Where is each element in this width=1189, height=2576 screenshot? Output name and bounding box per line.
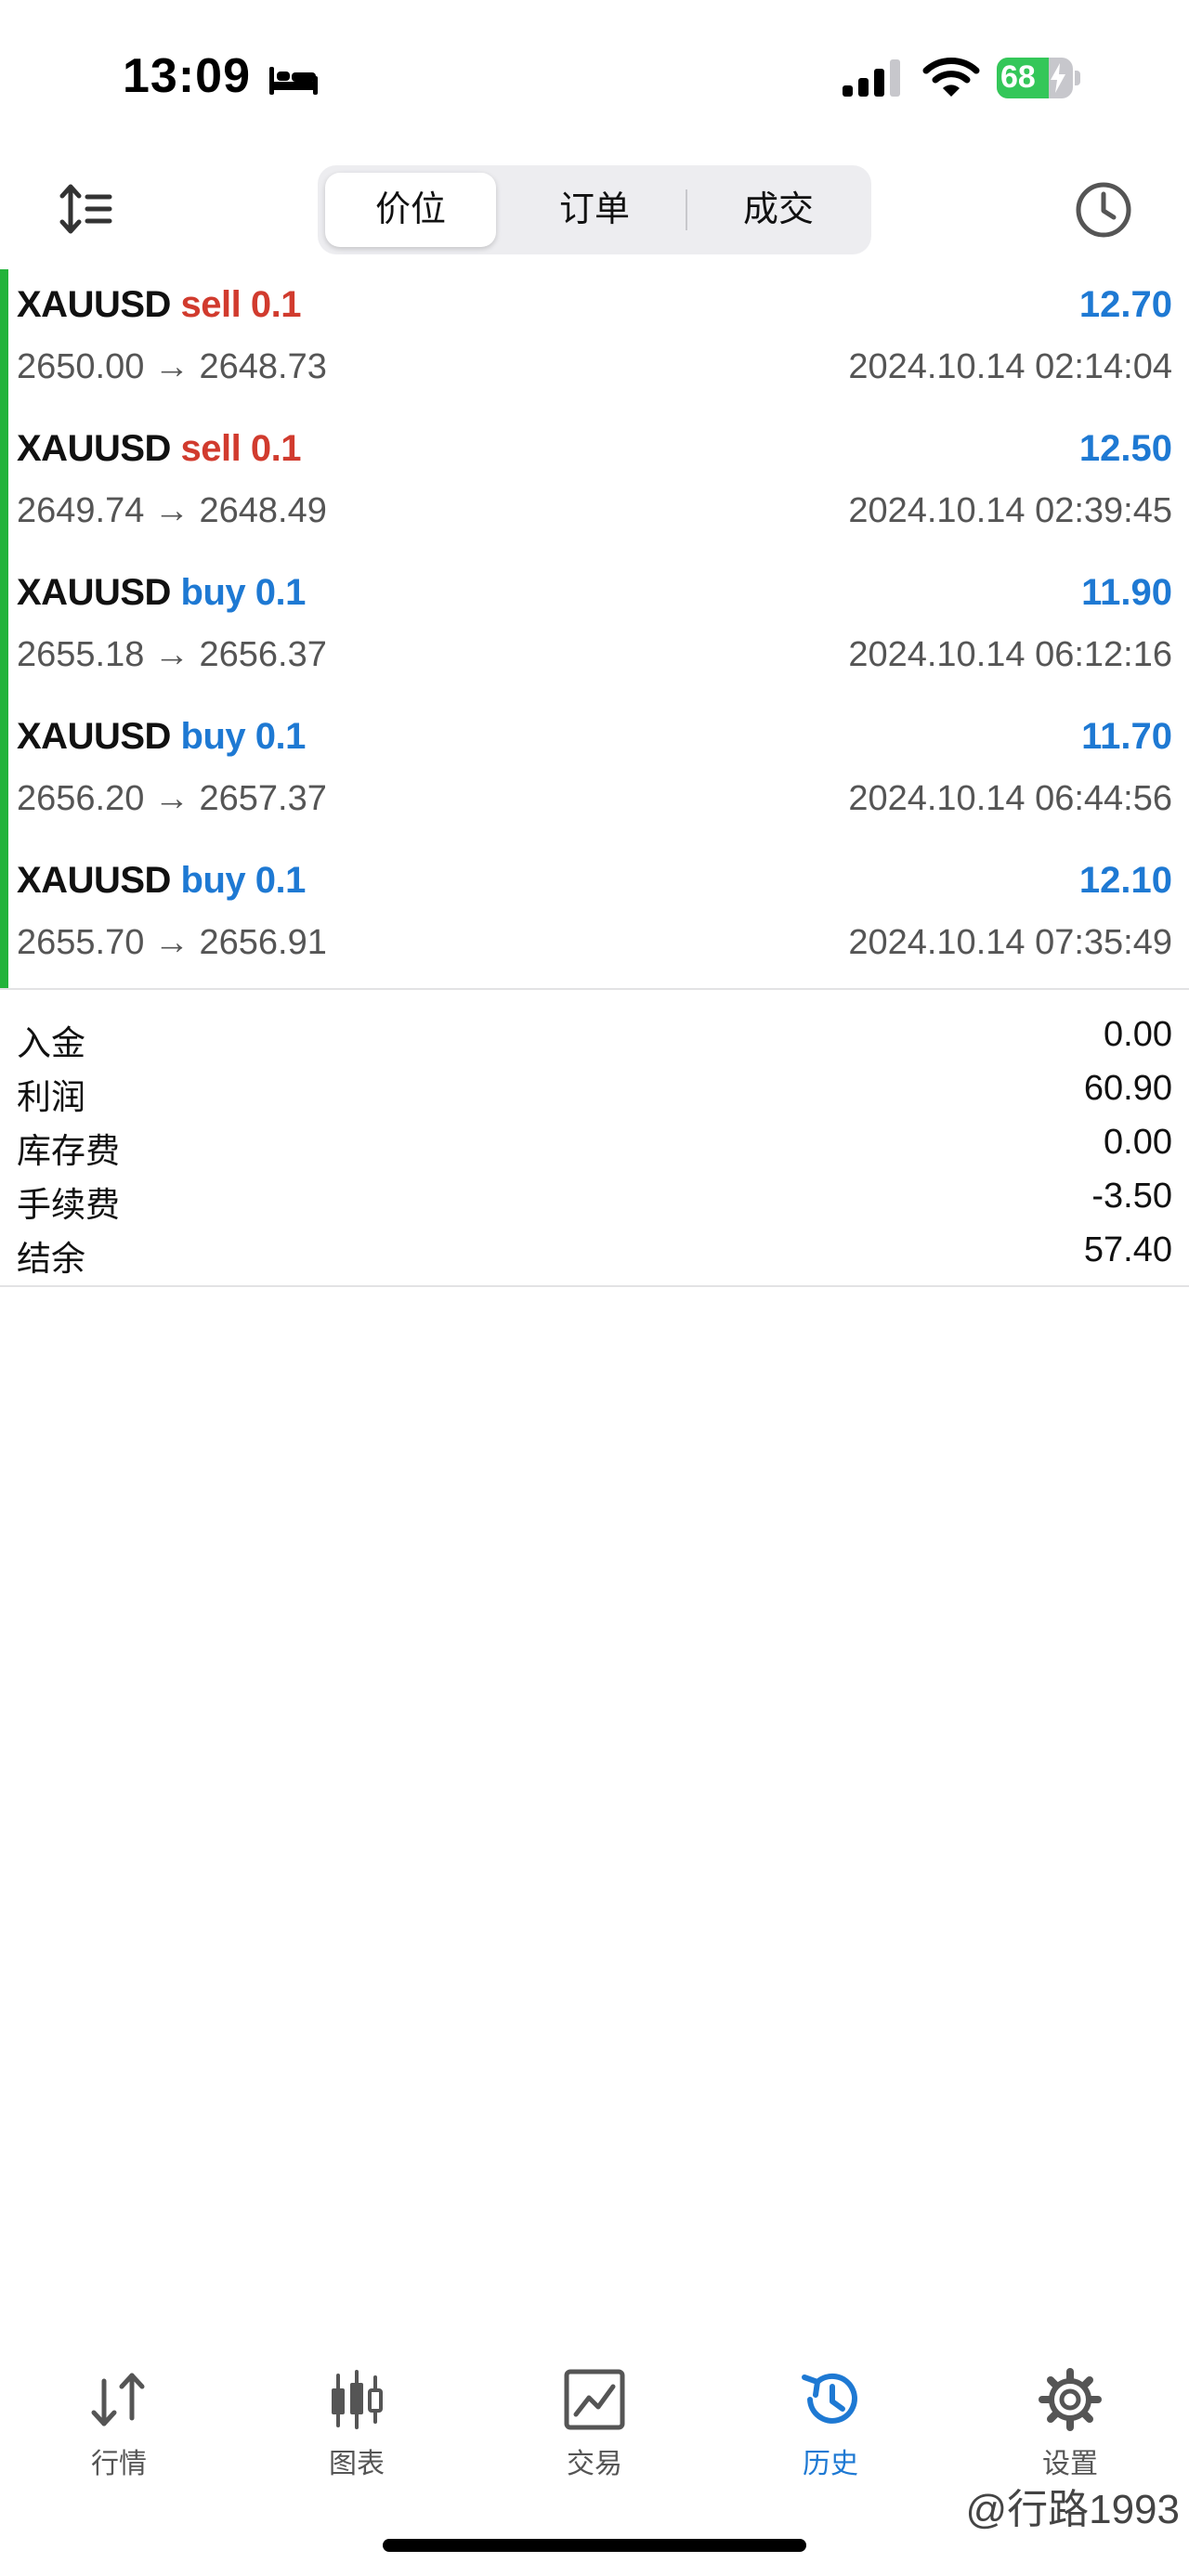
tab-history[interactable]: 历史	[747, 2349, 914, 2489]
tab-label: 历史	[803, 2449, 858, 2479]
segment-deals[interactable]: 成交	[693, 173, 864, 247]
deal-row[interactable]: XAUUSD buy 0.1 12.10 2655.70 → 2656.91 2…	[0, 845, 1189, 989]
summary-panel: 入金 0.00 利润 60.90 库存费 0.00 手续费 -3.50 结余 5…	[0, 989, 1189, 1286]
candlestick-chart-icon	[332, 2370, 383, 2429]
summary-label: 库存费	[17, 1132, 120, 1170]
summary-label: 结余	[17, 1240, 85, 1278]
summary-label: 手续费	[17, 1186, 120, 1224]
deal-side: buy 0.1	[180, 572, 307, 613]
battery-percent: 68	[1000, 59, 1036, 95]
deal-row[interactable]: XAUUSD buy 0.1 11.70 2656.20 → 2657.37 2…	[0, 701, 1189, 845]
segmented-control: 价位 订单 成交	[318, 165, 871, 254]
deal-time: 2024.10.14 07:35:49	[848, 923, 1172, 962]
deal-title: XAUUSD buy 0.1	[17, 572, 306, 614]
watermark: @行路1993	[965, 2487, 1180, 2532]
deals-list: XAUUSD sell 0.1 12.70 2650.00 → 2648.73 …	[0, 269, 1189, 989]
sort-icon[interactable]	[59, 182, 113, 236]
deal-row[interactable]: XAUUSD buy 0.1 11.90 2655.18 → 2656.37 2…	[0, 557, 1189, 701]
tab-label: 图表	[329, 2449, 385, 2479]
segment-orders[interactable]: 订单	[509, 173, 680, 247]
history-clock-icon	[802, 2373, 857, 2424]
deal-profit: 11.90	[1081, 572, 1172, 613]
deal-prices: 2655.18 → 2656.37	[17, 635, 327, 674]
deal-prices: 2650.00 → 2648.73	[17, 347, 327, 386]
deal-symbol: XAUUSD	[17, 860, 171, 901]
status-time: 13:09	[123, 49, 251, 103]
deal-symbol: XAUUSD	[17, 716, 171, 757]
deal-symbol: XAUUSD	[17, 428, 171, 469]
status-bar: 13:09 68	[0, 0, 1189, 158]
deal-prices: 2656.20 → 2657.37	[17, 779, 327, 818]
tab-label: 交易	[567, 2449, 622, 2479]
summary-value: 0.00	[1104, 1123, 1172, 1162]
history-clock-icon[interactable]	[1074, 180, 1133, 240]
deal-title: XAUUSD buy 0.1	[17, 860, 306, 902]
deal-title: XAUUSD sell 0.1	[17, 284, 301, 326]
tab-trade[interactable]: 交易	[511, 2349, 678, 2489]
segment-price[interactable]: 价位	[325, 173, 496, 247]
tab-bar: 行情 图表 交易 历史 设置	[0, 2349, 1189, 2489]
summary-label: 入金	[17, 1024, 85, 1062]
deal-side: buy 0.1	[180, 860, 307, 901]
deal-title: XAUUSD sell 0.1	[17, 428, 301, 470]
deal-profit: 12.70	[1078, 284, 1172, 325]
tab-quotes[interactable]: 行情	[35, 2349, 203, 2489]
summary-row-deposit: 入金 0.00	[0, 1008, 1189, 1062]
summary-label: 利润	[17, 1078, 85, 1116]
battery-icon: 68	[997, 58, 1080, 98]
home-indicator[interactable]	[383, 2539, 806, 2552]
deal-side: sell 0.1	[180, 284, 302, 325]
deal-profit: 12.50	[1078, 428, 1172, 469]
deal-profit: 12.10	[1078, 860, 1172, 901]
quotes-arrows-icon	[91, 2373, 145, 2426]
deal-time: 2024.10.14 06:44:56	[848, 779, 1172, 818]
summary-row-profit: 利润 60.90	[0, 1061, 1189, 1116]
deal-symbol: XAUUSD	[17, 572, 171, 613]
deal-symbol: XAUUSD	[17, 284, 171, 325]
tab-label: 行情	[91, 2449, 147, 2479]
deal-time: 2024.10.14 02:39:45	[848, 491, 1172, 530]
divider	[0, 1285, 1189, 1287]
wifi-icon	[922, 58, 980, 97]
deal-row[interactable]: XAUUSD sell 0.1 12.50 2649.74 → 2648.49 …	[0, 413, 1189, 557]
summary-row-commission: 手续费 -3.50	[0, 1169, 1189, 1224]
gear-icon	[1039, 2368, 1102, 2431]
summary-value: 60.90	[1083, 1069, 1172, 1108]
summary-row-balance: 结余 57.40	[0, 1223, 1189, 1278]
tab-settings[interactable]: 设置	[986, 2349, 1154, 2489]
bed-icon	[269, 67, 318, 95]
deal-side: sell 0.1	[180, 428, 302, 469]
deal-prices: 2649.74 → 2648.49	[17, 491, 327, 530]
deal-side: buy 0.1	[180, 716, 307, 757]
deal-prices: 2655.70 → 2656.91	[17, 923, 327, 962]
summary-value: -3.50	[1091, 1177, 1172, 1216]
summary-value: 0.00	[1104, 1015, 1172, 1054]
deal-time: 2024.10.14 06:12:16	[848, 635, 1172, 674]
signal-icon	[843, 59, 900, 97]
trade-chart-icon	[564, 2369, 625, 2430]
bolt-icon	[1051, 63, 1065, 93]
summary-value: 57.40	[1083, 1230, 1172, 1269]
deal-title: XAUUSD buy 0.1	[17, 716, 306, 758]
deal-profit: 11.70	[1081, 716, 1172, 757]
summary-row-swap: 库存费 0.00	[0, 1115, 1189, 1170]
tab-charts[interactable]: 图表	[273, 2349, 440, 2489]
deal-time: 2024.10.14 02:14:04	[848, 347, 1172, 386]
deal-row[interactable]: XAUUSD sell 0.1 12.70 2650.00 → 2648.73 …	[0, 269, 1189, 413]
